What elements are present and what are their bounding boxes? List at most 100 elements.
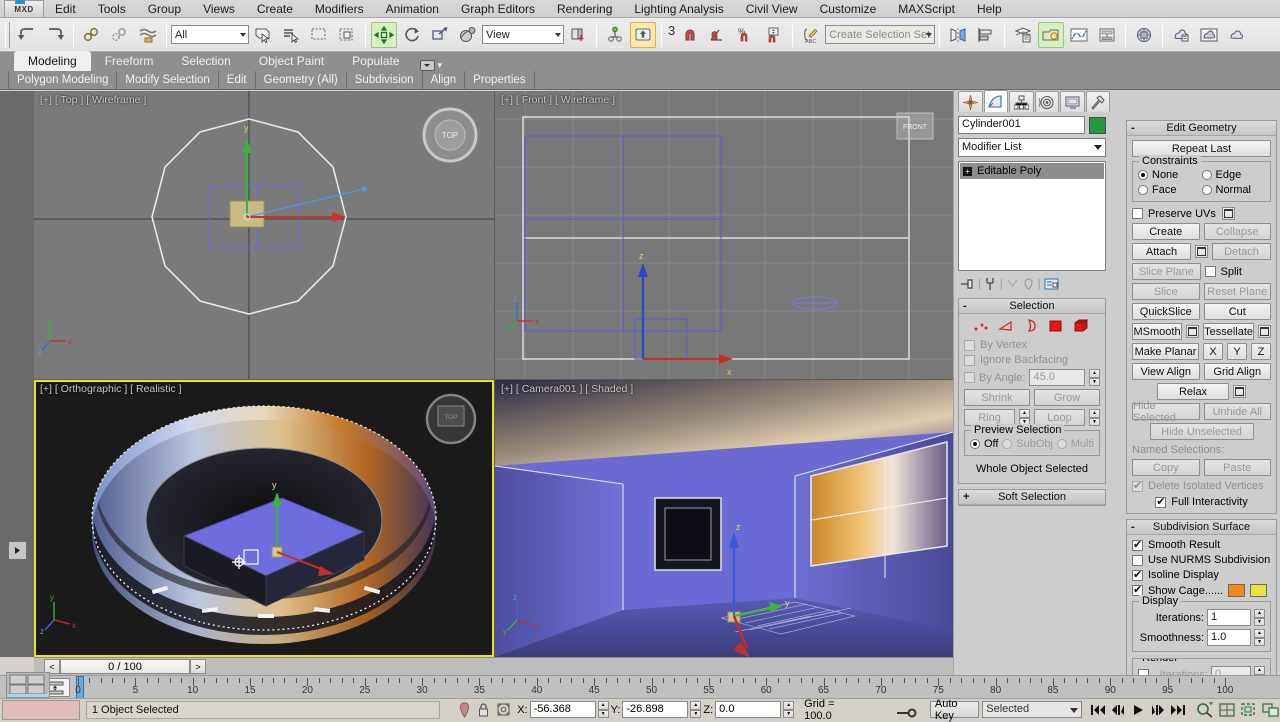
curve-editor-icon[interactable]	[1066, 22, 1092, 48]
viewport-layout-switcher[interactable]	[6, 672, 50, 698]
remove-modifier-icon[interactable]	[1022, 277, 1035, 291]
hide-unselected-button[interactable]: Hide Unselected	[1149, 423, 1254, 440]
collapse-icon[interactable]: -	[1131, 122, 1135, 134]
menu-item-edit[interactable]: Edit	[44, 0, 87, 18]
display-tab[interactable]	[1060, 91, 1085, 112]
ribbon-tab-populate[interactable]: Populate	[338, 52, 413, 71]
z-coord-field[interactable]: 0.0	[715, 701, 782, 718]
menu-item-animation[interactable]: Animation	[375, 0, 450, 18]
toolbar-grip[interactable]	[5, 21, 10, 48]
menu-item-maxscript[interactable]: MAXScript	[887, 0, 966, 18]
show-end-result-icon[interactable]	[984, 277, 997, 291]
layer-manager-icon[interactable]	[1010, 22, 1036, 48]
constraint-edge-radio[interactable]: Edge	[1201, 169, 1266, 181]
ribbon-tab-freeform[interactable]: Freeform	[91, 52, 168, 71]
menu-item-graph-editors[interactable]: Graph Editors	[450, 0, 546, 18]
render-iterative-icon[interactable]	[1224, 22, 1250, 48]
absolute-relative-icon[interactable]	[496, 702, 511, 717]
select-manipulate-icon[interactable]	[602, 22, 628, 48]
iterations-spinner[interactable]: ▲ ▼	[1254, 609, 1265, 626]
object-color-swatch[interactable]	[1089, 116, 1106, 134]
ribbon-options-menu[interactable]: ▾	[419, 60, 442, 71]
menu-item-views[interactable]: Views	[192, 0, 246, 18]
grow-button[interactable]: Grow	[1034, 389, 1100, 406]
zoom-extents-icon[interactable]	[1240, 702, 1258, 718]
stack-item-editable-poly[interactable]: + Editable Poly	[960, 163, 1104, 179]
relax-settings-button[interactable]	[1233, 385, 1246, 398]
show-cage-color2-swatch[interactable]	[1250, 584, 1268, 597]
delete-isolated-vertices-checkbox[interactable]: Delete Isolated Vertices	[1132, 479, 1271, 492]
preserve-uvs-settings-button[interactable]	[1221, 207, 1235, 220]
by-angle-spinner[interactable]: ▲ ▼	[1089, 369, 1100, 386]
edge-icon[interactable]	[998, 319, 1014, 333]
menu-item-lighting-analysis[interactable]: Lighting Analysis	[623, 0, 734, 18]
rectangular-region-icon[interactable]	[306, 22, 332, 48]
menu-item-modifiers[interactable]: Modifiers	[304, 0, 375, 18]
zoom-icon[interactable]	[1196, 701, 1214, 718]
reference-coordinate-gizmo-icon[interactable]	[455, 22, 481, 48]
schematic-view-icon[interactable]	[1094, 22, 1120, 48]
cut-button[interactable]: Cut	[1203, 303, 1271, 320]
viewcube-front[interactable]: FRONT	[889, 103, 941, 155]
render-frame-window-icon[interactable]	[1168, 22, 1194, 48]
add-time-tag-icon[interactable]	[894, 702, 920, 718]
preview-multi-radio[interactable]: Multi	[1056, 438, 1094, 450]
viewcube-top[interactable]: TOP	[420, 105, 480, 165]
by-angle-row[interactable]: By Angle: 45.0 ▲ ▼	[964, 369, 1100, 386]
use-pivot-center-icon[interactable]	[565, 22, 591, 48]
collapse-icon[interactable]: -	[963, 300, 967, 312]
select-rotate-icon[interactable]	[399, 22, 425, 48]
make-planar-y-button[interactable]: Y	[1227, 343, 1247, 360]
constraint-none-radio[interactable]: None	[1138, 169, 1202, 181]
ribbon-panel-geometry-all[interactable]: Geometry (All)	[256, 71, 347, 89]
ribbon-panel-subdivision[interactable]: Subdivision	[347, 71, 423, 89]
view-align-button[interactable]: View Align	[1132, 363, 1200, 380]
msmooth-button[interactable]: MSmooth	[1132, 323, 1183, 340]
msmooth-settings-button[interactable]	[1186, 325, 1200, 338]
bind-space-warp-icon[interactable]	[135, 22, 161, 48]
viewport-camera[interactable]: z y z x y [+] [ Camera001 ] [ Shaded ]	[495, 380, 953, 657]
angle-snap-icon[interactable]	[705, 22, 731, 48]
x-coord-spinner[interactable]: ▲ ▼	[597, 701, 609, 718]
border-icon[interactable]	[1024, 319, 1038, 333]
relax-button[interactable]: Relax	[1157, 383, 1229, 400]
configure-sets-icon[interactable]	[1044, 277, 1059, 291]
ribbon-panel-align[interactable]: Align	[423, 71, 466, 89]
object-name-field[interactable]: Cylinder001	[958, 116, 1085, 134]
menu-item-rendering[interactable]: Rendering	[546, 0, 623, 18]
copy-button[interactable]: Copy	[1132, 459, 1200, 476]
utilities-tab[interactable]	[1085, 91, 1110, 112]
select-object-icon[interactable]	[250, 22, 276, 48]
mirror-icon[interactable]	[945, 22, 971, 48]
vertex-icon[interactable]	[973, 319, 989, 333]
prev-frame-icon[interactable]	[1108, 701, 1128, 719]
snap-toggle-icon[interactable]	[677, 22, 703, 48]
expand-toolbar-button[interactable]	[8, 541, 27, 560]
tessellate-button[interactable]: Tessellate	[1203, 323, 1254, 340]
show-cage-color1-swatch[interactable]	[1228, 584, 1246, 597]
paste-button[interactable]: Paste	[1203, 459, 1271, 476]
spinner-snap-icon[interactable]	[761, 22, 787, 48]
hide-selected-button[interactable]: Hide Selected	[1132, 400, 1200, 424]
shrink-button[interactable]: Shrink	[964, 389, 1030, 406]
lock-icon[interactable]	[477, 702, 490, 718]
use-nurms-checkbox[interactable]: Use NURMS Subdivision	[1132, 554, 1271, 566]
align-icon[interactable]	[973, 22, 999, 48]
keyboard-shortcut-override-icon[interactable]	[630, 21, 656, 48]
menu-item-civil-view[interactable]: Civil View	[735, 0, 809, 18]
split-checkbox[interactable]: Split	[1204, 266, 1272, 278]
named-selection-sets-combo[interactable]: Create Selection Set	[825, 25, 936, 44]
detach-button[interactable]: Detach	[1212, 243, 1271, 260]
next-frame-icon[interactable]	[1148, 701, 1168, 719]
ribbon-panel-properties[interactable]: Properties	[465, 71, 535, 89]
slice-button[interactable]: Slice	[1132, 283, 1200, 300]
preserve-uvs-checkbox[interactable]: Preserve UVs	[1132, 208, 1216, 220]
x-coord-field[interactable]: -56.368	[529, 701, 596, 718]
make-unique-icon[interactable]	[1006, 277, 1019, 291]
tessellate-settings-button[interactable]	[1258, 325, 1271, 338]
select-by-name-icon[interactable]	[278, 22, 304, 48]
app-logo[interactable]: MXD	[4, 0, 44, 17]
select-move-icon[interactable]	[371, 21, 397, 48]
viewcube-orthographic[interactable]: TOP	[422, 390, 480, 448]
full-interactivity-checkbox[interactable]: Full Interactivity	[1132, 495, 1271, 508]
